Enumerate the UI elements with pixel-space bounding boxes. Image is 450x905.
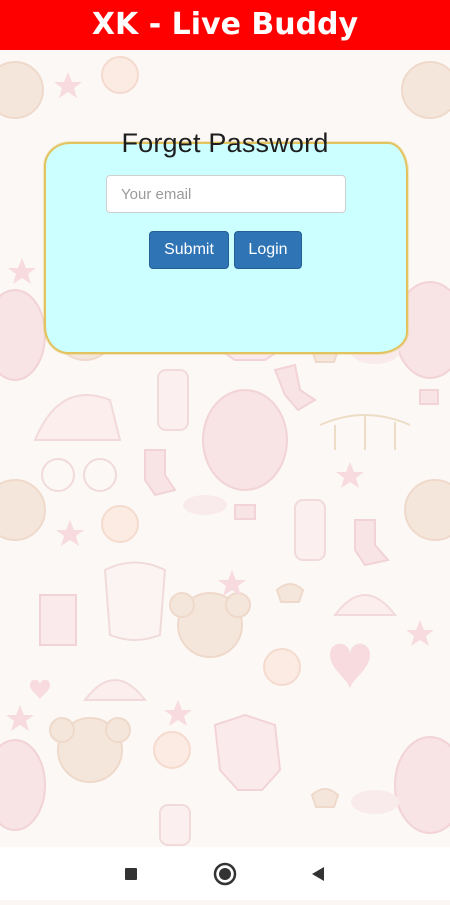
submit-button[interactable]: Submit [149, 231, 229, 269]
android-navigation-bar [0, 847, 450, 900]
bib-icon [103, 561, 167, 641]
onesie-icon [213, 298, 282, 791]
background-area [0, 50, 450, 847]
home-button[interactable] [195, 847, 255, 900]
cupcake-icon [275, 341, 340, 808]
email-input[interactable] [106, 175, 346, 213]
app-title: XK - Live Buddy [91, 7, 359, 42]
app-title-bar: XK - Live Buddy [0, 0, 450, 50]
login-button[interactable]: Login [234, 231, 302, 269]
back-button[interactable] [288, 847, 348, 900]
recents-button[interactable] [101, 847, 161, 900]
mobile-icon [319, 414, 411, 450]
square-recents-icon [125, 868, 137, 880]
gift-icon [39, 594, 77, 646]
triangle-back-icon [312, 867, 324, 881]
form-title: Forget Password [121, 128, 329, 158]
stroller-icon [33, 394, 122, 492]
circle-home-icon [213, 862, 237, 886]
